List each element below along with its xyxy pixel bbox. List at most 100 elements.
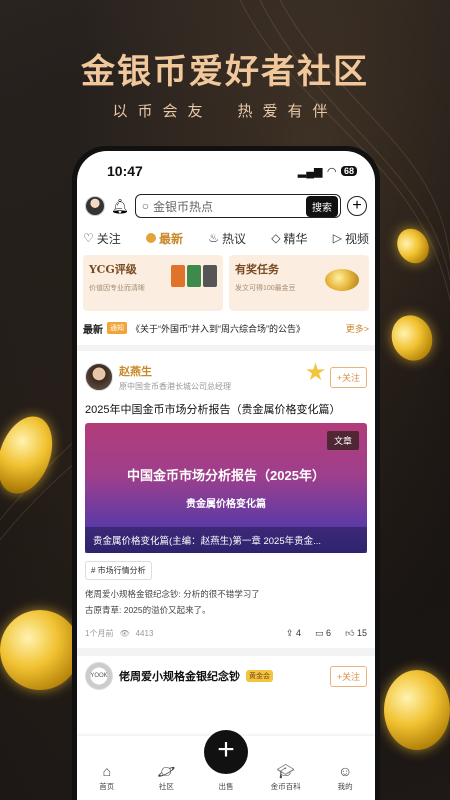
comment-button[interactable]: ▭ 6	[315, 628, 331, 639]
post-card[interactable]: 赵燕生 原中国金币香港长城公司总经理 ★ +关注 2025年中国金币市场分析报告（…	[77, 351, 375, 656]
wifi-icon: ◠	[327, 165, 336, 178]
notice-text: 《关于“外国币”并入到“周六综合场”的公告》	[131, 323, 305, 334]
view-count: 4413	[135, 628, 154, 638]
tab-label: 热议	[222, 231, 247, 246]
planet-icon: 🪐︎	[157, 763, 176, 779]
comment-count: 6	[326, 627, 332, 638]
nav-community[interactable]: 🪐︎ 社区	[144, 764, 188, 792]
feed-tabs: ♡ 关注 最新 ♨ 热议 ◇ 精华 ▷ 视频	[77, 221, 375, 255]
search-placeholder: 金银币热点	[153, 199, 214, 214]
share-button[interactable]: ⇪ 4	[286, 628, 301, 639]
app-screen: 10:47 ▂▄▆ ◠ 68 🔔︎ ○ 金银币热点 搜索 + ♡ 关注 最新 ♨ 热…	[77, 151, 375, 800]
hero-title: 金银币爱好者社区	[81, 52, 369, 92]
gold-coin-decoration	[384, 670, 450, 750]
tab-featured[interactable]: ◇ 精华	[271, 230, 307, 247]
battery-icon: 68	[340, 166, 357, 176]
like-count: 15	[356, 627, 367, 638]
nav-label: 社区	[158, 782, 174, 791]
medal-badge: 黄金会	[246, 670, 273, 682]
post-stats: 1个月前 👁︎ 4413 ⇪ 4 ▭ 6 👍︎ 15	[85, 618, 367, 648]
signal-icon: ▂▄▆	[297, 165, 323, 178]
post-card[interactable]: YOOK 佬周爱小规格金银纪念钞 黄金会 +关注	[77, 656, 375, 696]
follow-button[interactable]: +关注	[329, 665, 367, 687]
nav-encyclopedia[interactable]: 🎓︎ 金币百科	[264, 764, 308, 792]
graded-coins-image	[171, 265, 217, 287]
feature-cards: YCG评级 价值因专业而清晰 有奖任务 发文可得100最金豆	[77, 255, 375, 311]
profile-icon: ☺	[338, 763, 353, 779]
follow-button[interactable]: ★ +关注	[305, 359, 367, 388]
search-icon: ○	[141, 199, 150, 213]
nav-label: 出售	[218, 782, 234, 791]
tab-hot[interactable]: ♨ 热议	[208, 230, 246, 247]
nav-sell[interactable]: + 出售	[203, 730, 248, 792]
phone-frame: 10:47 ▂▄▆ ◠ 68 🔔︎ ○ 金银币热点 搜索 + ♡ 关注 最新 ♨ 热…	[72, 146, 380, 800]
dot-icon	[146, 233, 156, 243]
post-title[interactable]: 2025年中国金币市场分析报告（贵金属价格变化篇）	[85, 401, 367, 417]
comment-icon: ▭	[315, 627, 324, 638]
add-post-button[interactable]: +	[347, 196, 367, 216]
gold-coin-decoration	[0, 610, 80, 690]
heart-icon: ♡	[83, 231, 94, 245]
status-bar: 10:47 ▂▄▆ ◠ 68	[77, 151, 375, 191]
comment-item: 古原青草: 2025的溢价又起来了。	[85, 605, 211, 615]
graduation-cap-icon: 🎓︎	[276, 763, 295, 779]
like-button[interactable]: 👍︎ 15	[345, 628, 367, 639]
reward-task-card[interactable]: 有奖任务 发文可得100最金豆	[229, 255, 369, 311]
ycg-grading-card[interactable]: YCG评级 价值因专业而清晰	[83, 255, 223, 311]
author-avatar[interactable]: YOOK	[85, 662, 113, 690]
share-count: 4	[296, 627, 302, 638]
banner-footer: 贵金属价格变化篇(主编：赵燕生)第一章 2025年贵金...	[85, 527, 367, 553]
topic-tag[interactable]: # 市场行情分析	[85, 561, 152, 580]
nav-label: 金币百科	[270, 782, 301, 791]
banner-subtitle: 贵金属价格变化篇	[186, 499, 266, 510]
notice-label: 最新	[83, 324, 103, 336]
post-author: 赵燕生 原中国金币香港长城公司总经理 ★ +关注	[85, 359, 367, 395]
comment-item: 佬周爱小规格金银纪念钞: 分析的很不错学习了	[85, 589, 260, 599]
post-banner[interactable]: 文章 中国金币市场分析报告（2025年） 贵金属价格变化篇 贵金属价格变化篇(主…	[85, 423, 367, 553]
star-icon: ★	[304, 358, 327, 386]
share-icon: ⇪	[285, 627, 294, 638]
post-time: 1个月前	[85, 628, 114, 638]
eye-icon: 👁︎	[119, 628, 130, 638]
tab-label: 精华	[283, 231, 308, 246]
status-time: 10:47	[107, 163, 143, 179]
nav-profile[interactable]: ☺ 我的	[323, 764, 367, 792]
status-icons: ▂▄▆ ◠ 68	[298, 165, 357, 178]
tab-label: 关注	[96, 231, 121, 246]
plus-icon: +	[352, 197, 362, 214]
nav-label: 我的	[337, 782, 353, 791]
gold-nuggets-image	[325, 269, 359, 291]
follow-label: +关注	[336, 372, 360, 383]
author-avatar[interactable]	[85, 363, 113, 391]
tab-latest[interactable]: 最新	[146, 230, 183, 247]
bottom-nav: ⌂ 首页 🪐︎ 社区 + 出售 🎓︎ 金币百科 ☺ 我的	[77, 730, 375, 800]
notice-more-link[interactable]: 更多>	[346, 322, 369, 335]
tab-video[interactable]: ▷ 视频	[333, 230, 369, 247]
author-name[interactable]: 佬周爱小规格金银纪念钞	[119, 668, 240, 684]
search-input[interactable]: ○ 金银币热点 搜索	[134, 194, 341, 218]
avatar[interactable]	[85, 196, 105, 216]
tab-label: 视频	[344, 231, 369, 246]
home-icon: ⌂	[102, 763, 112, 779]
thumbs-up-icon: 👍︎	[345, 627, 355, 638]
hero-subtitle: 以币会友 热爱有伴	[112, 103, 338, 120]
author-name[interactable]: 赵燕生	[119, 363, 231, 379]
bell-icon[interactable]: 🔔︎	[111, 198, 129, 215]
divider	[77, 648, 375, 656]
tab-follow[interactable]: ♡ 关注	[83, 230, 121, 247]
tab-label: 最新	[159, 231, 184, 246]
author-role: 原中国金币香港长城公司总经理	[119, 381, 231, 391]
diamond-icon: ◇	[271, 231, 281, 245]
play-icon: ▷	[332, 231, 342, 245]
search-button[interactable]: 搜索	[306, 195, 338, 217]
notice-tag: 通知	[107, 322, 127, 334]
nav-home[interactable]: ⌂ 首页	[85, 764, 129, 792]
top-bar: 🔔︎ ○ 金银币热点 搜索 +	[77, 191, 375, 221]
comment-preview[interactable]: 佬周爱小规格金银纪念钞: 分析的很不错学习了 古原青草: 2025的溢价又起来了…	[85, 586, 367, 618]
nav-label: 首页	[99, 782, 115, 791]
plus-icon: +	[203, 730, 248, 774]
article-badge: 文章	[326, 431, 359, 450]
notice-bar[interactable]: 最新 通知 《关于“外国币”并入到“周六综合场”的公告》 更多>	[77, 311, 375, 351]
banner-title: 中国金币市场分析报告（2025年）	[127, 468, 325, 483]
flame-icon: ♨	[208, 231, 219, 245]
